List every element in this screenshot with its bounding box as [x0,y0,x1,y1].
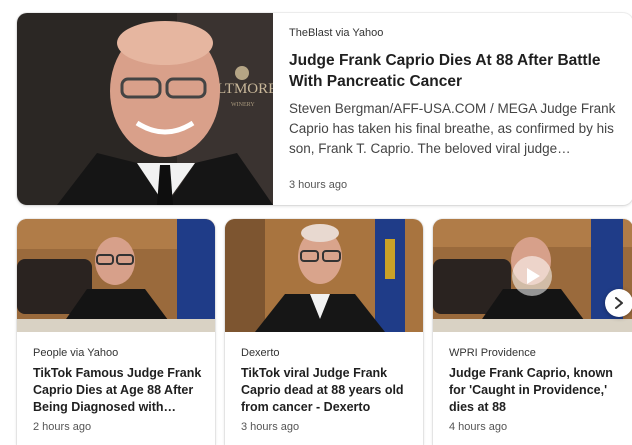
news-source: TheBlast via Yahoo [289,27,384,39]
chevron-right-icon [615,297,623,309]
featured-image: BILTMORE WINERY [17,13,273,205]
news-source: WPRI Providence [449,347,536,359]
news-title[interactable]: Judge Frank Caprio Dies At 88 After Batt… [289,50,621,92]
carousel-next-button[interactable] [605,289,632,317]
svg-text:WINERY: WINERY [231,102,255,108]
news-image [225,219,423,332]
news-card[interactable]: People via Yahoo TikTok Famous Judge Fra… [17,219,215,445]
play-icon [527,268,540,284]
news-video-thumbnail[interactable] [433,219,632,332]
news-source: People via Yahoo [33,347,119,359]
news-timestamp: 3 hours ago [289,179,348,191]
play-button[interactable] [512,256,552,296]
news-card[interactable]: WPRI Providence Judge Frank Caprio, know… [433,219,632,445]
featured-news-card[interactable]: BILTMORE WINERY TheBlast via Yahoo Judge… [17,13,632,205]
news-timestamp: 3 hours ago [241,421,300,433]
featured-content: TheBlast via Yahoo Judge Frank Caprio Di… [289,13,621,205]
news-timestamp: 2 hours ago [33,421,92,433]
news-title[interactable]: TikTok viral Judge Frank Caprio dead at … [241,365,411,416]
news-description: Steven Bergman/AFF-USA.COM / MEGA Judge … [289,101,616,156]
news-source: Dexerto [241,347,280,359]
news-card[interactable]: Dexerto TikTok viral Judge Frank Caprio … [225,219,423,445]
news-title[interactable]: Judge Frank Caprio, known for 'Caught in… [449,365,621,416]
news-title[interactable]: TikTok Famous Judge Frank Caprio Dies at… [33,365,203,416]
news-timestamp: 4 hours ago [449,421,508,433]
news-image [17,219,215,332]
